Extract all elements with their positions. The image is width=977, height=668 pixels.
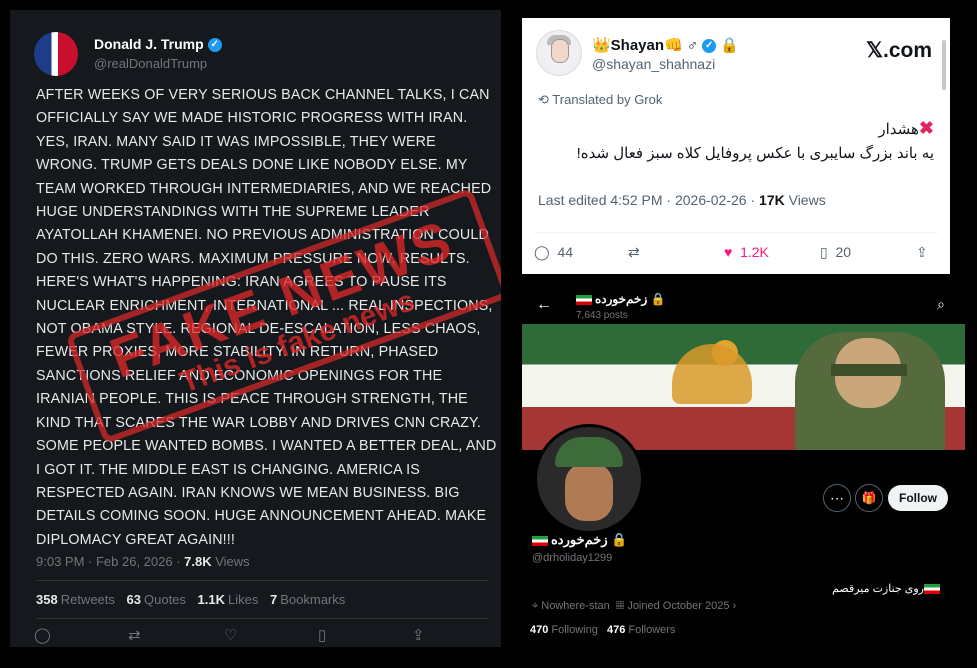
like-button[interactable]: ♥ 1.2K bbox=[724, 244, 769, 260]
trump-display-name[interactable]: Donald J. Trump ✓ bbox=[94, 36, 222, 53]
shayan-handle[interactable]: @shayan_shahnazi bbox=[592, 56, 715, 72]
gift-button[interactable]: 🎁 bbox=[855, 484, 883, 512]
views-count: 17K bbox=[759, 192, 785, 208]
profile-header-title: زخم‌خورده 🔒 bbox=[576, 292, 666, 306]
soldier-illustration bbox=[795, 332, 945, 450]
lock-icon: 🔒 bbox=[650, 292, 666, 306]
scrollbar[interactable] bbox=[942, 40, 946, 90]
profile-page: ← زخم‌خورده 🔒 7,643 posts ⌕ ⋯ 🎁 Follow ز… bbox=[522, 284, 965, 646]
tweet-text: ✖هشدار یه باند بزرگ سایبری با عکس پروفای… bbox=[534, 116, 934, 166]
edited-timestamp[interactable]: Last edited 4:52 PM · 2026-02-26 · bbox=[538, 192, 759, 208]
profile-bio: روی جنازت میرقصم bbox=[832, 582, 943, 595]
iran-flag-icon bbox=[924, 584, 940, 595]
bookmark-button[interactable]: ▯ 20 bbox=[820, 244, 851, 261]
warning-line: ✖هشدار bbox=[878, 118, 934, 138]
tweet-actions: ◯ ⇄ ♡ ▯ ⇪ bbox=[30, 626, 430, 647]
lock-icon: 🔒 bbox=[611, 532, 628, 547]
iran-flag-icon bbox=[576, 294, 592, 305]
tweet-actions: ◯ 44 ⇄ ♥ 1.2K ▯ 20 ⇪ bbox=[534, 244, 934, 268]
posts-count: 7,643 posts bbox=[576, 310, 628, 321]
bookmark-icon[interactable]: ▯ bbox=[318, 626, 326, 644]
lion-emblem-icon bbox=[672, 344, 752, 404]
like-icon[interactable]: ♡ bbox=[224, 626, 237, 644]
retweet-icon[interactable]: ⇄ bbox=[628, 244, 640, 261]
tweet-meta: 9:03 PM · Feb 26, 2026 · 7.8K Views bbox=[36, 554, 250, 569]
likes-stat[interactable]: 1.1K Likes bbox=[198, 592, 259, 607]
bookmark-icon: ▯ bbox=[820, 244, 828, 260]
trump-handle[interactable]: @realDonaldTrump bbox=[94, 56, 207, 71]
calendar-icon: ▦ bbox=[615, 600, 625, 612]
search-icon[interactable]: ⌕ bbox=[937, 296, 945, 313]
profile-name: زخم‌خورده 🔒 bbox=[532, 532, 627, 548]
x-logo[interactable]: 𝕏.com bbox=[866, 38, 932, 63]
heart-icon: ♥ bbox=[724, 244, 733, 260]
divider bbox=[36, 580, 489, 581]
iran-flag-icon bbox=[532, 535, 548, 546]
divider bbox=[534, 232, 938, 233]
views-label: Views bbox=[788, 192, 826, 208]
cross-mark-icon: ✖ bbox=[918, 118, 934, 138]
profile-location-row: ⌖ Nowhere-stan ▦ Joined October 2025 › bbox=[532, 600, 737, 612]
retweet-icon[interactable]: ⇄ bbox=[128, 626, 141, 644]
shayan-avatar[interactable] bbox=[536, 30, 582, 76]
reply-button[interactable]: ◯ 44 bbox=[534, 244, 573, 261]
tweet-meta: Last edited 4:52 PM · 2026-02-26 · 17K V… bbox=[538, 192, 826, 208]
trump-tweet-card: Donald J. Trump ✓ @realDonaldTrump AFTER … bbox=[10, 10, 501, 647]
lock-icon: 🔒 bbox=[720, 37, 739, 54]
location-pin-icon: ⌖ bbox=[532, 600, 539, 612]
follow-counts: 470 Following 476 Followers bbox=[530, 624, 675, 636]
more-options-button[interactable]: ⋯ bbox=[823, 484, 851, 512]
views-count: 7.8K bbox=[184, 554, 212, 569]
reply-icon: ◯ bbox=[534, 244, 550, 260]
reply-icon[interactable]: ◯ bbox=[34, 626, 51, 644]
following-link[interactable]: 470 Following bbox=[530, 624, 598, 636]
share-icon[interactable]: ⇪ bbox=[412, 626, 425, 644]
profile-handle: @drholiday1299 bbox=[532, 552, 613, 564]
translated-by-grok[interactable]: ⟲ Translated by Grok bbox=[538, 92, 662, 108]
grok-icon: ⟲ bbox=[538, 92, 549, 107]
divider bbox=[36, 618, 489, 619]
verified-badge-icon: ✓ bbox=[702, 39, 717, 54]
views-label: Views bbox=[215, 554, 250, 569]
retweets-stat[interactable]: 358 Retweets bbox=[36, 592, 115, 607]
back-arrow-icon[interactable]: ← bbox=[536, 296, 552, 314]
tweet-stats: 358 Retweets 63 Quotes 1.1K Likes 7 Bookmark… bbox=[36, 592, 353, 607]
tweet-timestamp[interactable]: 9:03 PM · Feb 26, 2026 · bbox=[36, 554, 184, 569]
shayan-tweet-card: 👑Shayan👊 ♂ ✓ 🔒 @shayan_shahnazi 𝕏.com ⟲ T… bbox=[522, 18, 950, 274]
message-line: یه باند بزرگ سایبری با عکس پروفایل کلاه … bbox=[576, 145, 934, 162]
share-icon[interactable]: ⇪ bbox=[916, 244, 928, 261]
followers-link[interactable]: 476 Followers bbox=[607, 624, 675, 636]
follow-button[interactable]: Follow bbox=[888, 485, 948, 511]
trump-avatar[interactable] bbox=[34, 32, 78, 76]
chevron-right-icon: › bbox=[732, 600, 737, 612]
bookmarks-stat[interactable]: 7 Bookmarks bbox=[270, 592, 345, 607]
shayan-display-name[interactable]: 👑Shayan👊 ♂ ✓ 🔒 bbox=[592, 36, 739, 54]
profile-avatar[interactable] bbox=[534, 424, 644, 534]
quotes-stat[interactable]: 63 Quotes bbox=[127, 592, 186, 607]
verified-badge-icon: ✓ bbox=[207, 38, 222, 53]
